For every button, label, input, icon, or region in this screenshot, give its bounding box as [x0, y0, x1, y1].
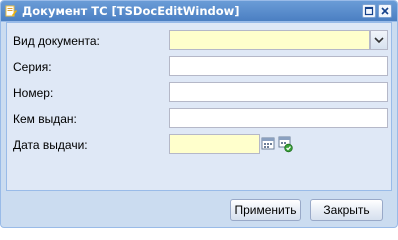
window-title: Документ ТС [TSDocEditWindow] — [22, 4, 240, 18]
document-edit-icon — [5, 5, 17, 17]
doc-type-combo[interactable] — [169, 30, 370, 50]
issued-by-field[interactable] — [169, 108, 388, 128]
series-label: Серия: — [13, 60, 52, 74]
number-label: Номер: — [13, 86, 54, 100]
close-icon[interactable] — [378, 4, 392, 18]
window-titlebar[interactable]: Документ ТС [TSDocEditWindow] — [1, 1, 397, 22]
close-button[interactable]: Закрыть — [310, 199, 383, 221]
doc-type-dropdown-button[interactable] — [370, 30, 388, 50]
calendar-today-icon[interactable] — [277, 135, 294, 153]
number-field[interactable] — [169, 82, 388, 102]
issued-by-label: Кем выдан: — [13, 112, 77, 126]
doc-type-label: Вид документа: — [13, 34, 100, 48]
doc-edit-window: Документ ТС [TSDocEditWindow] Вид докуме… — [0, 0, 398, 228]
chevron-down-icon — [374, 37, 384, 44]
calendar-icon[interactable] — [260, 135, 277, 153]
issue-date-field[interactable] — [169, 134, 260, 154]
issue-date-label: Дата выдачи: — [13, 138, 88, 152]
apply-button[interactable]: Применить — [230, 199, 301, 221]
maximize-icon[interactable] — [362, 4, 376, 18]
series-field[interactable] — [169, 56, 388, 76]
form-body: Вид документа: Серия: Номер: Кем выдан: … — [6, 22, 392, 191]
